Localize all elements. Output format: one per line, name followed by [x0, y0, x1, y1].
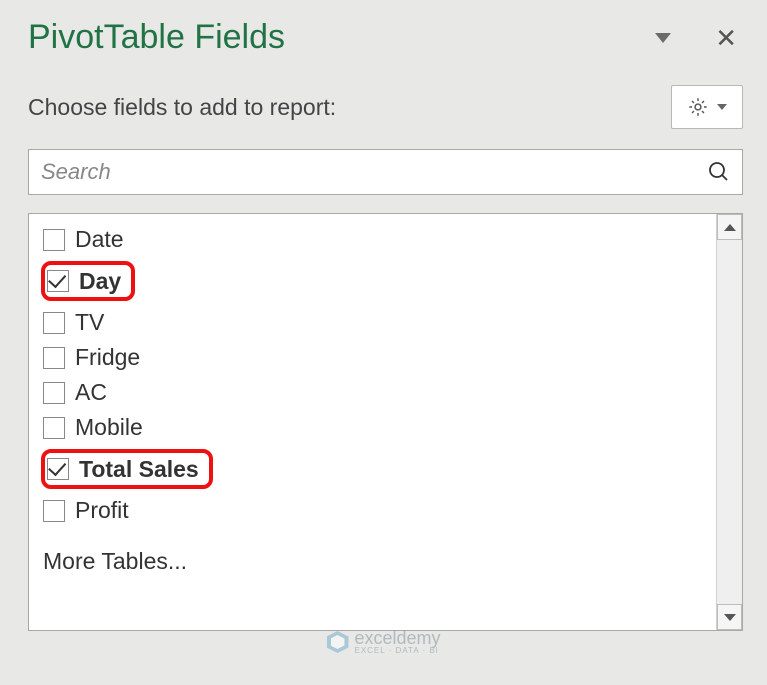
search-input[interactable] — [28, 149, 743, 195]
field-label: AC — [75, 379, 107, 406]
field-inner: Date — [43, 226, 124, 253]
header-controls: ✕ — [655, 25, 737, 51]
field-item[interactable]: Mobile — [41, 410, 708, 445]
field-label: Day — [79, 268, 121, 295]
highlight-box: Day — [41, 261, 135, 301]
field-label: Total Sales — [79, 456, 199, 483]
field-label: Date — [75, 226, 124, 253]
scroll-up-button[interactable] — [717, 214, 742, 240]
watermark-brand: exceldemy — [354, 629, 440, 647]
panel-title: PivotTable Fields — [28, 18, 285, 57]
field-item[interactable]: Date — [41, 222, 708, 257]
field-item[interactable]: Day — [41, 257, 708, 305]
field-item[interactable]: Fridge — [41, 340, 708, 375]
scrollbar — [716, 214, 742, 630]
field-label: Fridge — [75, 344, 140, 371]
search-container — [28, 149, 743, 195]
field-label: Profit — [75, 497, 129, 524]
checkbox[interactable] — [43, 382, 65, 404]
panel-subtitle: Choose fields to add to report: — [28, 94, 336, 121]
field-item[interactable]: TV — [41, 305, 708, 340]
field-label: TV — [75, 309, 104, 336]
highlight-box: Total Sales — [41, 449, 213, 489]
checkbox[interactable] — [43, 347, 65, 369]
field-item[interactable]: Total Sales — [41, 445, 708, 493]
watermark-icon — [326, 631, 348, 653]
field-inner: Profit — [43, 497, 129, 524]
field-inner: TV — [43, 309, 104, 336]
pivottable-fields-panel: PivotTable Fields ✕ Choose fields to add… — [0, 0, 767, 685]
chevron-down-icon — [717, 104, 727, 110]
search-icon — [707, 160, 731, 184]
scroll-down-button[interactable] — [717, 604, 742, 630]
checkbox[interactable] — [43, 312, 65, 334]
watermark: exceldemy EXCEL · DATA · BI — [326, 629, 440, 655]
field-item[interactable]: Profit — [41, 493, 708, 528]
checkbox[interactable] — [47, 458, 69, 480]
field-item[interactable]: AC — [41, 375, 708, 410]
field-list: Date Day TV Fridge AC Mobile Total Sales Profit… — [28, 213, 743, 631]
field-list-settings-button[interactable] — [671, 85, 743, 129]
checkbox[interactable] — [43, 229, 65, 251]
checkbox[interactable] — [43, 500, 65, 522]
gear-icon — [687, 96, 709, 118]
field-inner: Mobile — [43, 414, 143, 441]
subtitle-row: Choose fields to add to report: — [28, 85, 743, 129]
more-tables-link[interactable]: More Tables... — [41, 542, 708, 575]
watermark-tagline: EXCEL · DATA · BI — [354, 647, 440, 655]
field-inner: AC — [43, 379, 107, 406]
checkbox[interactable] — [43, 417, 65, 439]
field-inner: Fridge — [43, 344, 140, 371]
panel-header: PivotTable Fields ✕ — [28, 18, 743, 57]
scroll-track[interactable] — [717, 240, 742, 604]
checkbox[interactable] — [47, 270, 69, 292]
field-label: Mobile — [75, 414, 143, 441]
collapse-panel-icon[interactable] — [655, 33, 671, 43]
close-icon[interactable]: ✕ — [715, 25, 737, 51]
